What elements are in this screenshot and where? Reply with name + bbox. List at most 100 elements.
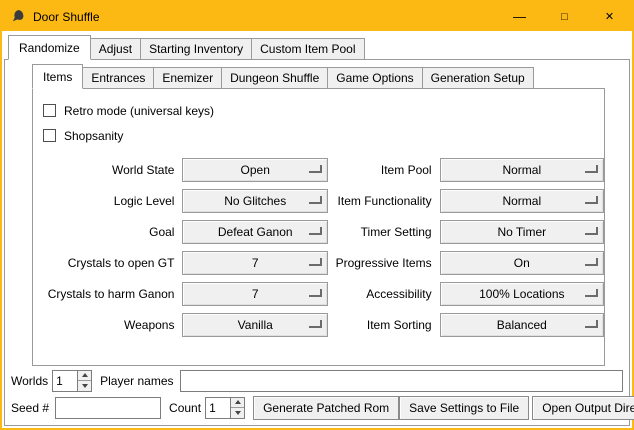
dropdown-indicator-icon	[309, 165, 322, 173]
retro-mode-checkbox[interactable]	[43, 104, 56, 117]
stepper-down-icon[interactable]	[231, 408, 244, 418]
maximize-icon[interactable]: □	[542, 2, 587, 31]
dropdown-indicator-icon	[309, 227, 322, 235]
timer-setting-value: No Timer	[497, 225, 546, 239]
shopsanity-label: Shopsanity	[64, 129, 123, 143]
seed-input[interactable]	[55, 397, 161, 419]
option-row: World State Open Item Pool Normal	[33, 154, 604, 185]
crystals-gt-label: Crystals to open GT	[33, 256, 182, 270]
world-state-label: World State	[33, 163, 182, 177]
minimize-icon[interactable]: —	[497, 2, 542, 31]
accessibility-label: Accessibility	[328, 287, 440, 301]
item-sorting-label: Item Sorting	[328, 318, 440, 332]
tab-adjust[interactable]: Adjust	[90, 38, 141, 60]
retro-mode-row: Retro mode (universal keys)	[33, 98, 604, 123]
option-row: Goal Defeat Ganon Timer Setting No Timer	[33, 216, 604, 247]
stepper-up-icon[interactable]	[231, 398, 244, 409]
stepper-up-icon[interactable]	[78, 371, 91, 382]
retro-mode-label: Retro mode (universal keys)	[64, 104, 214, 118]
player-names-label: Player names	[100, 374, 173, 388]
crystals-gt-value: 7	[252, 256, 259, 270]
option-row: Logic Level No Glitches Item Functionali…	[33, 185, 604, 216]
progressive-items-label: Progressive Items	[328, 256, 440, 270]
world-state-value: Open	[241, 163, 270, 177]
item-pool-value: Normal	[502, 163, 541, 177]
logic-level-dropdown[interactable]: No Glitches	[182, 189, 327, 213]
app-icon	[10, 9, 26, 25]
goal-value: Defeat Ganon	[218, 225, 293, 239]
crystals-ganon-label: Crystals to harm Ganon	[33, 287, 182, 301]
goal-label: Goal	[33, 225, 182, 239]
item-sorting-dropdown[interactable]: Balanced	[440, 313, 604, 337]
secondary-tab-bar: Items Entrances Enemizer Dungeon Shuffle…	[32, 64, 629, 88]
count-stepper-buttons	[230, 397, 245, 419]
primary-tab-bar: Randomize Adjust Starting Inventory Cust…	[2, 35, 632, 59]
tab-game-options[interactable]: Game Options	[327, 67, 422, 89]
crystals-gt-dropdown[interactable]: 7	[182, 251, 327, 275]
tab-enemizer[interactable]: Enemizer	[153, 67, 222, 89]
dropdown-indicator-icon	[585, 196, 598, 204]
weapons-value: Vanilla	[238, 318, 273, 332]
crystals-ganon-value: 7	[252, 287, 259, 301]
option-row: Crystals to open GT 7 Progressive Items …	[33, 247, 604, 278]
close-icon[interactable]: ✕	[587, 2, 632, 31]
logic-level-value: No Glitches	[224, 194, 286, 208]
count-input[interactable]	[205, 397, 230, 419]
title-bar[interactable]: Door Shuffle — □ ✕	[2, 2, 632, 31]
tab-entrances[interactable]: Entrances	[82, 67, 154, 89]
worlds-row: Worlds Player names	[5, 367, 629, 394]
seed-row: Seed # Count Generate Patched Rom Save S…	[5, 394, 629, 421]
worlds-label: Worlds	[11, 374, 48, 388]
shopsanity-checkbox[interactable]	[43, 129, 56, 142]
tab-dungeon-shuffle[interactable]: Dungeon Shuffle	[221, 67, 328, 89]
item-pool-label: Item Pool	[328, 163, 440, 177]
dropdown-indicator-icon	[309, 289, 322, 297]
tab-custom-item-pool[interactable]: Custom Item Pool	[251, 38, 364, 60]
stepper-down-icon[interactable]	[78, 381, 91, 391]
weapons-dropdown[interactable]: Vanilla	[182, 313, 327, 337]
timer-setting-label: Timer Setting	[328, 225, 440, 239]
dropdown-indicator-icon	[585, 165, 598, 173]
progressive-items-value: On	[514, 256, 530, 270]
shopsanity-row: Shopsanity	[33, 123, 604, 148]
progressive-items-dropdown[interactable]: On	[440, 251, 604, 275]
tab-items[interactable]: Items	[32, 64, 83, 89]
player-names-input[interactable]	[180, 370, 624, 392]
open-output-directory-button[interactable]: Open Output Directory	[532, 396, 634, 420]
world-state-dropdown[interactable]: Open	[182, 158, 327, 182]
item-functionality-label: Item Functionality	[328, 194, 440, 208]
tab-starting-inventory[interactable]: Starting Inventory	[140, 38, 252, 60]
tab-randomize[interactable]: Randomize	[8, 35, 91, 60]
dropdown-indicator-icon	[309, 258, 322, 266]
item-functionality-dropdown[interactable]: Normal	[440, 189, 604, 213]
tab-generation-setup[interactable]: Generation Setup	[422, 67, 534, 89]
item-pool-dropdown[interactable]: Normal	[440, 158, 604, 182]
worlds-input[interactable]	[52, 370, 77, 392]
randomize-tab-panel: Items Entrances Enemizer Dungeon Shuffle…	[4, 59, 630, 426]
item-sorting-value: Balanced	[497, 318, 547, 332]
option-row: Weapons Vanilla Item Sorting Balanced	[33, 309, 604, 340]
logic-level-label: Logic Level	[33, 194, 182, 208]
generate-patched-rom-button[interactable]: Generate Patched Rom	[253, 396, 399, 420]
timer-setting-dropdown[interactable]: No Timer	[440, 220, 604, 244]
window-controls: — □ ✕	[497, 2, 632, 31]
dropdown-indicator-icon	[309, 320, 322, 328]
save-settings-button[interactable]: Save Settings to File	[399, 396, 529, 420]
crystals-ganon-dropdown[interactable]: 7	[182, 282, 327, 306]
accessibility-dropdown[interactable]: 100% Locations	[440, 282, 604, 306]
options-grid: World State Open Item Pool Normal Logic …	[33, 154, 604, 340]
weapons-label: Weapons	[33, 318, 182, 332]
goal-dropdown[interactable]: Defeat Ganon	[182, 220, 327, 244]
accessibility-value: 100% Locations	[479, 287, 564, 301]
app-window: Door Shuffle — □ ✕ Randomize Adjust Star…	[0, 0, 634, 430]
item-functionality-value: Normal	[502, 194, 541, 208]
window-title: Door Shuffle	[33, 10, 100, 24]
items-tab-panel: Retro mode (universal keys) Shopsanity W…	[32, 88, 605, 366]
dropdown-indicator-icon	[585, 227, 598, 235]
dropdown-indicator-icon	[309, 196, 322, 204]
dropdown-indicator-icon	[585, 289, 598, 297]
count-stepper	[205, 397, 245, 419]
option-row: Crystals to harm Ganon 7 Accessibility 1…	[33, 278, 604, 309]
seed-label: Seed #	[11, 401, 49, 415]
worlds-stepper	[52, 370, 92, 392]
